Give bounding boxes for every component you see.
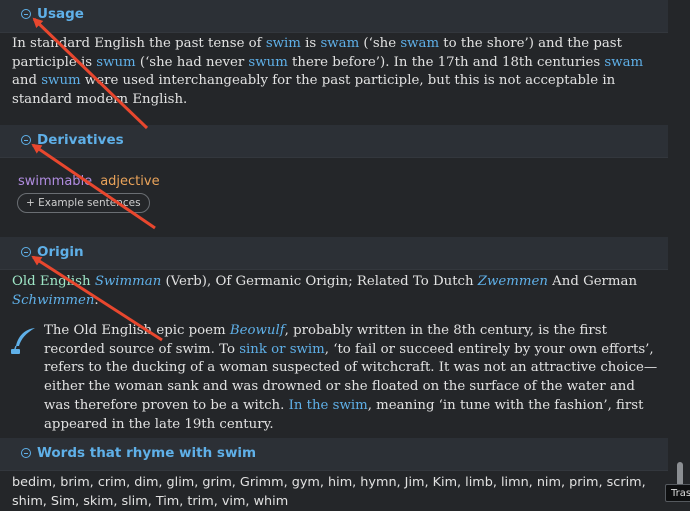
link-swam[interactable]: swam xyxy=(320,36,359,51)
trash-tooltip: Trash xyxy=(665,484,690,502)
derivative-word[interactable]: swimmable xyxy=(18,174,92,189)
origin-toggle[interactable]: Origin xyxy=(21,236,84,268)
origin-section-header[interactable] xyxy=(0,237,668,270)
origin-title: Origin xyxy=(37,244,84,260)
link-in-the-swim[interactable]: In the swim xyxy=(289,398,368,413)
link-swam[interactable]: swam xyxy=(400,36,439,51)
quill-icon xyxy=(11,328,35,354)
derivatives-title: Derivatives xyxy=(37,132,124,148)
collapse-icon xyxy=(21,247,31,257)
link-sink-or-swim[interactable]: sink or swim xyxy=(239,342,325,357)
link-swum[interactable]: swum xyxy=(96,55,135,70)
link-swum[interactable]: swum xyxy=(248,55,287,70)
part-of-speech: adjective xyxy=(100,174,160,189)
link-swim[interactable]: swim xyxy=(266,36,301,51)
link-swum[interactable]: swum xyxy=(41,73,80,88)
link-swam[interactable]: swam xyxy=(604,55,643,70)
link-swimman[interactable]: Swimman xyxy=(95,274,161,289)
rhymes-toggle[interactable]: Words that rhyme with swim xyxy=(21,437,256,469)
derivatives-toggle[interactable]: Derivatives xyxy=(21,124,124,156)
usage-title: Usage xyxy=(37,6,84,22)
usage-section-header[interactable] xyxy=(0,0,668,33)
collapse-icon xyxy=(21,448,31,458)
collapse-icon xyxy=(21,135,31,145)
etymology-text: Old English Swimman (Verb), Of Germanic … xyxy=(12,274,638,308)
derivative-entry: swimmable adjective xyxy=(18,170,160,189)
collapse-icon xyxy=(21,9,31,19)
link-schwimmen[interactable]: Schwimmen xyxy=(12,293,94,308)
link-beowulf[interactable]: Beowulf xyxy=(230,323,285,338)
link-zwemmen[interactable]: Zwemmen xyxy=(478,274,548,289)
rhymes-title: Words that rhyme with swim xyxy=(37,445,257,461)
origin-note: The Old English epic poem Beowulf, proba… xyxy=(44,323,658,432)
usage-toggle[interactable]: Usage xyxy=(21,0,84,30)
usage-text: In standard English the past tense of sw… xyxy=(12,36,644,108)
rhyme-list: bedim, brim, crim, dim, glim, grim, Grim… xyxy=(12,475,646,509)
example-sentences-button[interactable]: + Example sentences xyxy=(17,193,150,213)
